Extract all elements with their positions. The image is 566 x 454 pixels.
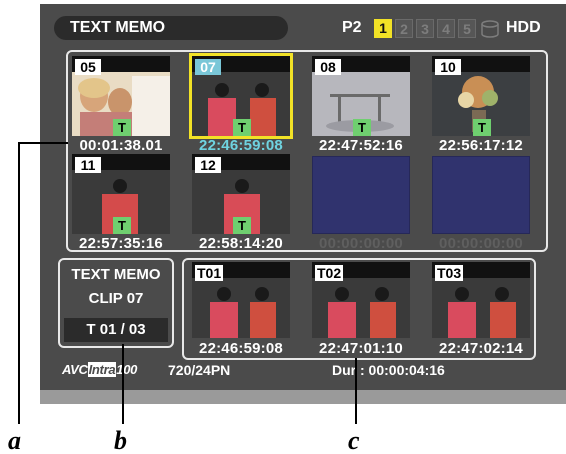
- clip-timecode: 22:47:52:16: [319, 137, 403, 154]
- codec-intra: Intra: [87, 362, 117, 377]
- text-memo-badge: T: [113, 119, 131, 136]
- codec-suffix: 100: [116, 362, 138, 377]
- clip-duration: Dur : 00:00:04:16: [332, 362, 445, 378]
- clip-number: 08: [315, 59, 341, 75]
- text-memo-screen: TEXT MEMO P2 1 2 3 4 5 HDD 05 T 07 T 08 …: [40, 4, 566, 404]
- text-memo-badge: T: [113, 217, 131, 234]
- text-memo-thumbnail-t03[interactable]: T03: [432, 262, 530, 338]
- callout-b-label: b: [114, 426, 127, 454]
- clip-thumbnail-07[interactable]: 07 T: [189, 53, 293, 139]
- clip-number: 12: [195, 157, 221, 173]
- clip-timecode: 22:56:17:12: [439, 137, 523, 154]
- memo-timecode: 22:47:01:10: [319, 340, 403, 357]
- empty-slot-timecode: 00:00:00:00: [439, 235, 523, 252]
- clip-thumbnail-11[interactable]: 11 T: [72, 154, 170, 234]
- bottom-strip: [40, 390, 566, 404]
- memo-info-box: TEXT MEMO CLIP 07 T 01 / 03: [58, 258, 174, 348]
- callout-c-label: c: [348, 426, 360, 454]
- video-format: 720/24PN: [168, 362, 231, 378]
- screen-title: TEXT MEMO: [54, 16, 288, 40]
- clip-thumbnail-10[interactable]: 10 T: [432, 56, 530, 136]
- memo-count: T 01 / 03: [64, 318, 168, 342]
- empty-clip-slot: [312, 156, 410, 234]
- callout-a-leader: [18, 142, 68, 144]
- clip-thumbnail-12[interactable]: 12 T: [192, 154, 290, 234]
- memo-info-clip: CLIP 07: [88, 290, 144, 307]
- text-memo-badge: T: [233, 119, 251, 136]
- clip-number: 05: [75, 59, 101, 75]
- memo-label: T03: [435, 265, 464, 281]
- clip-thumbnail-05[interactable]: 05 T: [72, 56, 170, 136]
- memo-info-title: TEXT MEMO: [71, 266, 161, 283]
- text-memo-badge: T: [473, 119, 491, 136]
- codec-prefix: AVC: [62, 362, 88, 377]
- memo-timecode: 22:47:02:14: [439, 340, 523, 357]
- text-memo-badge: T: [233, 217, 251, 234]
- clip-thumbnail-08[interactable]: 08 T: [312, 56, 410, 136]
- callout-a-label: a: [8, 426, 21, 454]
- empty-clip-slot: [432, 156, 530, 234]
- memo-label: T02: [315, 265, 344, 281]
- empty-slot-timecode: 00:00:00:00: [319, 235, 403, 252]
- text-memo-badge: T: [353, 119, 371, 136]
- clip-timecode: 22:46:59:08: [199, 137, 283, 154]
- card-slot-4[interactable]: 4: [437, 19, 455, 38]
- codec-logo: AVCIntra100: [62, 362, 137, 377]
- card-slot-5[interactable]: 5: [458, 19, 476, 38]
- clip-timecode: 22:57:35:16: [79, 235, 163, 252]
- clip-timecode: 00:01:38.01: [79, 137, 163, 154]
- card-slot-2[interactable]: 2: [395, 19, 413, 38]
- memo-timecode: 22:46:59:08: [199, 340, 283, 357]
- hdd-drive-icon: [480, 19, 500, 39]
- hdd-label[interactable]: HDD: [506, 19, 541, 37]
- callout-c-line: [355, 358, 357, 424]
- callout-a-line: [18, 142, 20, 424]
- text-memo-thumbnail-t02[interactable]: T02: [312, 262, 410, 338]
- memo-label: T01: [195, 265, 224, 281]
- p2-card-label: P2: [342, 19, 362, 36]
- clip-number: 07: [195, 59, 221, 75]
- callout-b-line: [122, 344, 124, 424]
- clip-number: 10: [435, 59, 461, 75]
- text-memo-thumbnail-t01[interactable]: T01: [192, 262, 290, 338]
- clip-number: 11: [75, 157, 101, 173]
- card-slot-3[interactable]: 3: [416, 19, 434, 38]
- card-slot-1[interactable]: 1: [374, 19, 392, 38]
- clip-timecode: 22:58:14:20: [199, 235, 283, 252]
